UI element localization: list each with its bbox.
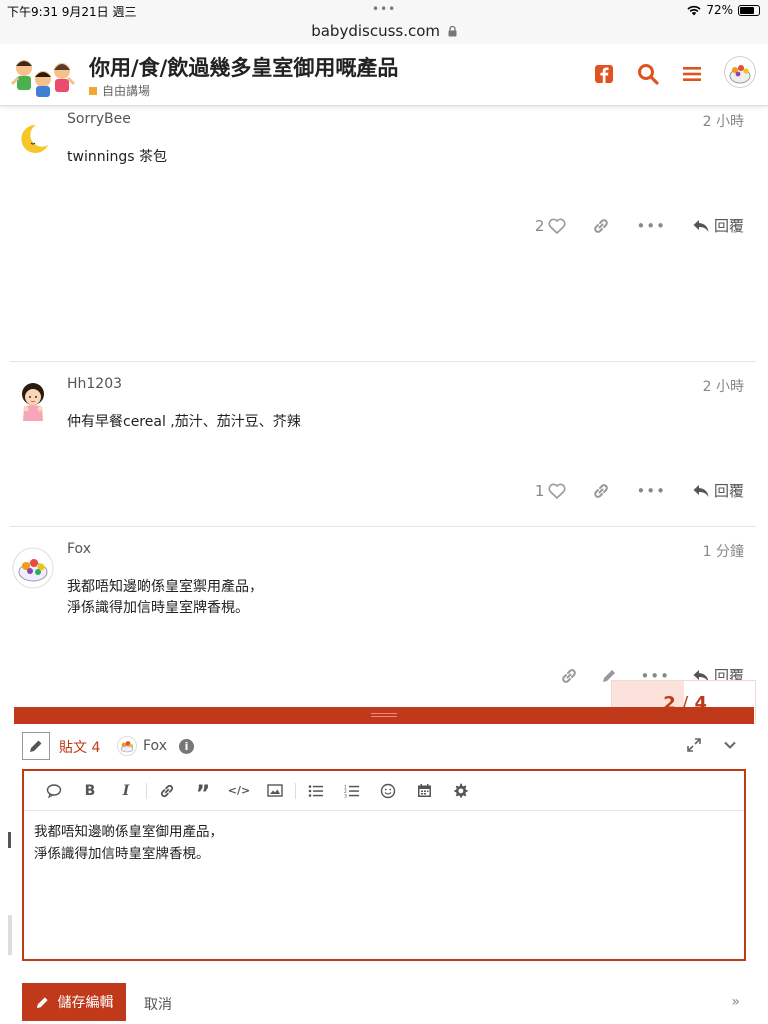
background-fragment bbox=[8, 915, 12, 955]
like-button[interactable]: 2 bbox=[535, 217, 567, 235]
double-chevron-right-icon[interactable]: » bbox=[731, 994, 740, 1010]
image-icon[interactable] bbox=[257, 778, 293, 804]
search-icon[interactable] bbox=[636, 62, 660, 86]
code-icon[interactable]: </> bbox=[221, 778, 257, 804]
post-time[interactable]: 1 分鐘 bbox=[703, 541, 744, 561]
editor-toolbar: B I ” </> 123 bbox=[24, 771, 744, 811]
post-username[interactable]: Fox bbox=[67, 541, 91, 557]
reply-arrow-icon bbox=[693, 219, 709, 232]
editor-textarea[interactable]: 我都唔知邊啲係皇室御用產品， 淨係識得加信時皇室牌香梘。 bbox=[24, 811, 744, 875]
post-actions: 1 ••• 回覆 bbox=[535, 480, 744, 501]
background-fragment bbox=[8, 832, 11, 848]
category-label: 自由講場 bbox=[102, 84, 151, 98]
topic-header: 你用/食/飲過幾多皇室御用嘅產品 自由講場 bbox=[0, 44, 768, 106]
numbered-list-icon[interactable]: 123 bbox=[334, 778, 370, 804]
pencil-icon bbox=[30, 740, 42, 752]
heart-icon bbox=[548, 218, 566, 234]
post-username[interactable]: Hh1203 bbox=[67, 376, 122, 392]
expand-icon[interactable] bbox=[686, 737, 702, 753]
link-icon[interactable] bbox=[560, 667, 578, 685]
post-item: SorryBee 2 小時 twinnings 茶包 2 ••• 回覆 bbox=[10, 111, 756, 351]
post-body: 仲有早餐cereal ,茄汁、茄汁豆、芥辣 bbox=[67, 414, 301, 430]
reply-arrow-icon bbox=[693, 484, 709, 497]
pencil-icon bbox=[36, 996, 48, 1008]
moon-avatar[interactable] bbox=[12, 119, 54, 161]
save-edit-label: 儲存編輯 bbox=[57, 995, 114, 1011]
heart-icon bbox=[548, 483, 566, 499]
more-options-icon[interactable]: ••• bbox=[636, 217, 666, 235]
save-edit-button[interactable]: 儲存編輯 bbox=[22, 983, 126, 1021]
post-actions: 2 ••• 回覆 bbox=[535, 215, 744, 236]
more-dots-icon[interactable]: ••• bbox=[372, 2, 396, 16]
composer-author[interactable]: Fox i bbox=[117, 736, 194, 756]
wifi-icon bbox=[687, 5, 701, 15]
girl-avatar[interactable] bbox=[12, 376, 54, 424]
url-text: babydiscuss.com bbox=[311, 22, 441, 40]
user-avatar[interactable] bbox=[724, 56, 756, 88]
post-body: 我都唔知邊啲係皇室禦用產品， 淨係識得加信時皇室牌香梘。 bbox=[67, 579, 263, 616]
edit-action-button[interactable] bbox=[22, 732, 50, 760]
emoji-icon[interactable] bbox=[370, 778, 406, 804]
post-username[interactable]: SorryBee bbox=[67, 111, 131, 127]
toolbar-separator bbox=[295, 782, 296, 799]
more-options-icon[interactable]: ••• bbox=[636, 482, 666, 500]
battery-icon bbox=[738, 4, 760, 16]
post-body: twinnings 茶包 bbox=[67, 149, 167, 165]
link-icon[interactable] bbox=[149, 778, 185, 804]
reply-label: 回覆 bbox=[713, 482, 744, 500]
chevron-down-icon[interactable] bbox=[722, 737, 738, 753]
composer-resize-grip[interactable] bbox=[371, 713, 397, 717]
info-icon[interactable]: i bbox=[178, 738, 194, 754]
category-badge[interactable]: 自由講場 bbox=[89, 82, 150, 99]
link-icon[interactable] bbox=[592, 217, 610, 235]
status-right: 72% bbox=[687, 3, 760, 17]
post-divider bbox=[10, 361, 756, 362]
bold-icon[interactable]: B bbox=[72, 778, 108, 804]
quote-bubble-icon[interactable] bbox=[36, 778, 72, 804]
post-time[interactable]: 2 小時 bbox=[703, 111, 744, 131]
gear-icon[interactable] bbox=[442, 778, 478, 804]
post-reference-link[interactable]: 貼文 4 bbox=[59, 737, 100, 757]
post-time[interactable]: 2 小時 bbox=[703, 376, 744, 396]
fox-avatar[interactable] bbox=[12, 547, 54, 589]
svg-text:3: 3 bbox=[344, 793, 347, 798]
reply-button[interactable]: 回覆 bbox=[692, 215, 744, 236]
lock-icon bbox=[448, 25, 457, 37]
site-logo[interactable] bbox=[10, 54, 78, 98]
post-item: Hh1203 2 小時 仲有早餐cereal ,茄汁、茄汁豆、芥辣 1 ••• … bbox=[10, 376, 756, 516]
cancel-link[interactable]: 取消 bbox=[144, 994, 172, 1014]
fox-avatar-small bbox=[117, 736, 137, 756]
italic-icon[interactable]: I bbox=[108, 778, 144, 804]
composer-header: 貼文 4 Fox i bbox=[22, 732, 746, 762]
reply-button[interactable]: 回覆 bbox=[692, 480, 744, 501]
editor-box: B I ” </> 123 我都唔知邊啲係皇室御用產品， 淨係識得加信時皇室牌香… bbox=[22, 769, 746, 961]
link-icon[interactable] bbox=[592, 482, 610, 500]
reply-label: 回覆 bbox=[713, 217, 744, 235]
bullet-list-icon[interactable] bbox=[298, 778, 334, 804]
status-bar: 下午9:31 9月21日 週三 ••• 72% bbox=[0, 0, 768, 20]
reply-composer: 貼文 4 Fox i B I ” </> 123 我都唔知邊啲係皇室御用產品， … bbox=[14, 707, 754, 1024]
like-button[interactable]: 1 bbox=[535, 482, 567, 500]
blockquote-icon[interactable]: ” bbox=[185, 778, 221, 805]
category-color-square bbox=[89, 86, 97, 95]
hamburger-menu-icon[interactable] bbox=[680, 62, 704, 86]
toolbar-separator bbox=[146, 782, 147, 799]
status-time: 下午9:31 9月21日 週三 bbox=[7, 5, 137, 19]
calendar-icon[interactable] bbox=[406, 778, 442, 804]
like-count: 2 bbox=[534, 216, 545, 235]
post-divider bbox=[10, 526, 756, 527]
page-title[interactable]: 你用/食/飲過幾多皇室御用嘅產品 bbox=[89, 52, 398, 82]
like-count: 1 bbox=[534, 481, 545, 500]
post-item: Fox 1 分鐘 我都唔知邊啲係皇室禦用產品， 淨係識得加信時皇室牌香梘。 ••… bbox=[10, 541, 756, 691]
composer-author-name: Fox bbox=[143, 738, 167, 754]
battery-percent: 72% bbox=[706, 3, 733, 17]
url-bar[interactable]: babydiscuss.com bbox=[0, 20, 768, 44]
facebook-icon[interactable] bbox=[592, 62, 616, 86]
